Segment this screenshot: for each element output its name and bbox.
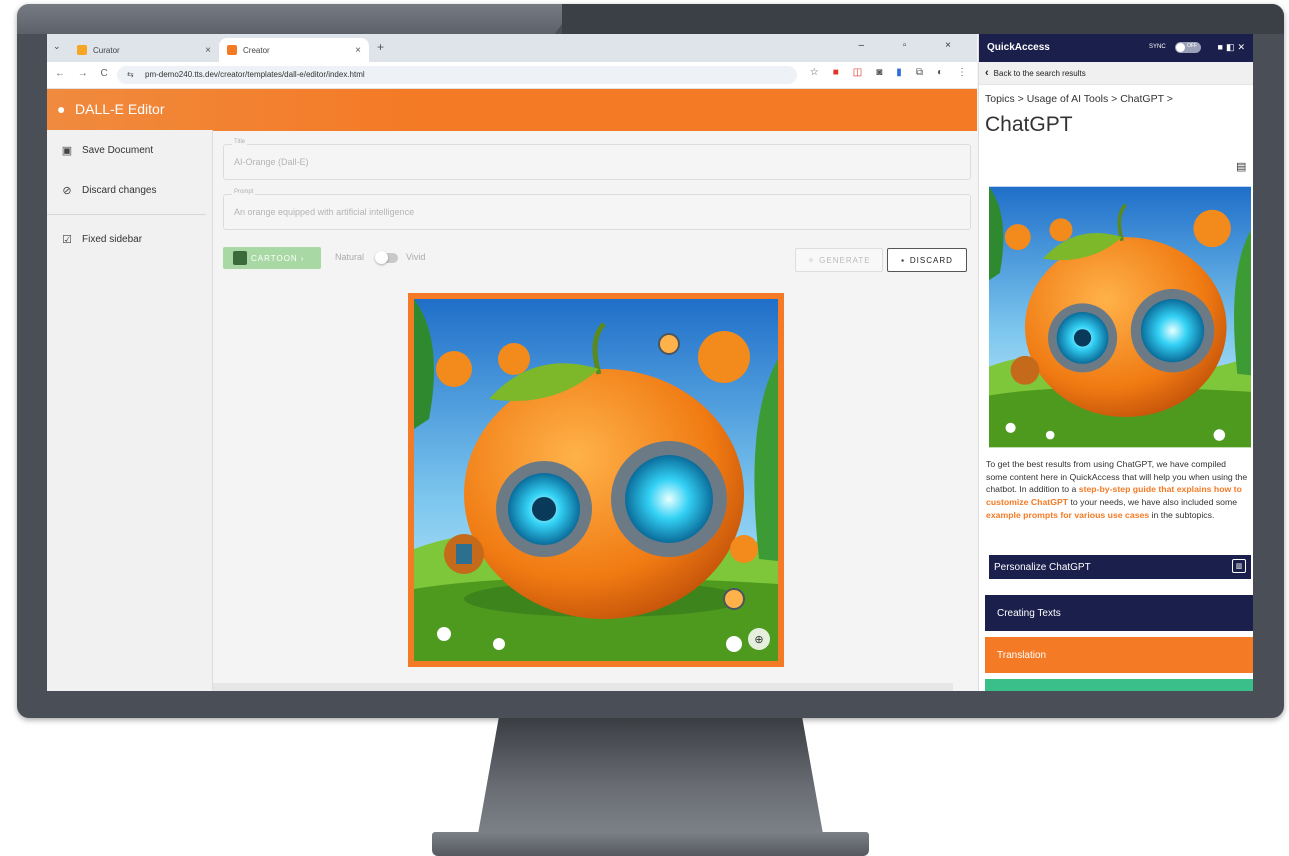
app-title: DALL-E Editor: [75, 101, 165, 117]
monitor-stand-base: [432, 832, 869, 856]
article-image: [989, 186, 1251, 448]
sidebar-item-fixed-sidebar[interactable]: ☑ Fixed sidebar: [47, 219, 212, 259]
editor-main: Title AI-Orange (Dall-E) Prompt An orang…: [213, 130, 977, 691]
chevron-left-icon: ‹: [985, 67, 989, 79]
generated-image-frame: ⊕: [408, 293, 784, 667]
sidebar-item-label: Fixed sidebar: [82, 233, 143, 245]
sync-toggle[interactable]: OFF: [1175, 42, 1201, 53]
puzzle-icon[interactable]: ⧉: [916, 67, 923, 78]
horizontal-scrollbar[interactable]: [213, 683, 953, 691]
bezel-top: [562, 4, 1284, 34]
discard-button[interactable]: ▪ DISCARD: [887, 248, 967, 272]
sidebar-divider: [47, 214, 206, 215]
breadcrumb[interactable]: Topics > Usage of AI Tools > ChatGPT >: [979, 85, 1253, 105]
wand-icon: ✧: [807, 255, 816, 265]
personalize-label: Personalize ChatGPT: [994, 561, 1091, 573]
bookmark-icon[interactable]: ▥: [1232, 559, 1246, 573]
monitor-stand-neck: [478, 718, 823, 834]
toggle-label-vivid: Vivid: [406, 252, 426, 262]
prompt-field[interactable]: Prompt An orange equipped with artificia…: [223, 189, 971, 230]
tab-curator[interactable]: Curator ×: [69, 38, 219, 62]
topic-creating-texts[interactable]: Creating Texts: [985, 595, 1253, 631]
style-button-label: CARTOON ›: [251, 253, 305, 263]
generate-label: GENERATE: [819, 255, 871, 265]
block-icon: ⊘: [62, 184, 72, 197]
url-field[interactable]: ⇆ pm-demo240.tts.dev/creator/templates/d…: [117, 66, 797, 84]
tab-label: Curator: [93, 45, 120, 55]
topic-label: Creating Texts: [997, 607, 1061, 619]
body-text: to your needs, we have also included som…: [1068, 497, 1238, 508]
title-field-label: Title: [232, 139, 248, 145]
example-prompts-link[interactable]: example prompts for various use cases: [986, 510, 1149, 520]
toggle-knob: [375, 251, 388, 264]
generate-button[interactable]: ✧ GENERATE: [795, 248, 883, 272]
quickaccess-panel: QuickAccess SYNC OFF ■◧✕ ‹ Back to the s…: [978, 34, 1253, 691]
camera-icon[interactable]: ◙: [876, 67, 882, 78]
new-tab-button[interactable]: +: [377, 40, 384, 54]
tab-search-icon[interactable]: ⌄: [53, 41, 61, 52]
article-body: To get the best results from using ChatG…: [986, 458, 1248, 522]
sync-toggle-knob: [1176, 43, 1185, 52]
url-text: pm-demo240.tts.dev/creator/templates/dal…: [145, 70, 365, 79]
back-to-results-link[interactable]: ‹ Back to the search results: [979, 62, 1253, 85]
quickaccess-title: QuickAccess: [987, 42, 1050, 53]
sidebar: ▣ Save Document ⊘ Discard changes ☑ Fixe…: [47, 130, 213, 691]
close-tab-icon[interactable]: ×: [205, 45, 211, 56]
monitor-frame: ⌄ Curator × Creator × + – ▫ × ← → C ⇆ pm…: [17, 4, 1284, 718]
save-icon: ▣: [61, 144, 73, 157]
prompt-field-label: Prompt: [232, 189, 256, 195]
natural-vivid-toggle[interactable]: [375, 251, 398, 264]
panel-controls[interactable]: ■◧✕: [1218, 42, 1248, 53]
topic-label: Translation: [997, 649, 1047, 661]
prompt-field-value: An orange equipped with artificial intel…: [234, 207, 415, 217]
quickaccess-header: QuickAccess SYNC OFF ■◧✕: [979, 34, 1253, 62]
window-controls[interactable]: – ▫ ×: [858, 40, 969, 51]
bookmark-star-icon[interactable]: ☆: [810, 67, 819, 78]
topic-translation[interactable]: Translation: [985, 637, 1253, 673]
menu-dots-icon[interactable]: ⋮: [957, 67, 967, 78]
discard-label: DISCARD: [909, 255, 953, 265]
topic-next[interactable]: [985, 679, 1253, 691]
close-tab-icon[interactable]: ×: [355, 45, 361, 56]
body-text: in the subtopics.: [1149, 509, 1215, 520]
page-title: ChatGPT: [985, 113, 1073, 136]
site-info-icon[interactable]: ⇆: [127, 66, 134, 84]
title-field[interactable]: Title AI-Orange (Dall-E): [223, 139, 971, 180]
generated-image: [414, 299, 778, 661]
sidebar-item-discard-changes[interactable]: ⊘ Discard changes: [47, 170, 212, 210]
extension-icons: ☆ ■ ◫ ◙ ▮ ⧉ ◐ ⋮: [810, 67, 967, 78]
sidebar-item-label: Discard changes: [82, 184, 157, 196]
title-field-value: AI-Orange (Dall-E): [234, 157, 309, 167]
sync-label: SYNC: [1149, 44, 1166, 50]
nav-buttons[interactable]: ← → C: [55, 68, 108, 79]
zoom-icon[interactable]: ⊕: [748, 628, 770, 650]
personalize-chatgpt-item[interactable]: Personalize ChatGPT ▥: [989, 555, 1251, 579]
style-cartoon-button[interactable]: CARTOON ›: [223, 247, 321, 269]
cartoon-thumbnail-icon: [233, 251, 247, 265]
screen-glare: [17, 4, 577, 34]
curator-favicon-icon: [77, 45, 87, 55]
browser-window: ⌄ Curator × Creator × + – ▫ × ← → C ⇆ pm…: [47, 34, 977, 691]
tab-label: Creator: [243, 45, 270, 55]
sync-state: OFF: [1187, 43, 1197, 49]
app-header: ● DALL-E Editor: [47, 89, 977, 131]
address-bar-row: ← → C ⇆ pm-demo240.tts.dev/creator/templ…: [47, 62, 977, 89]
trash-icon: ▪: [901, 255, 905, 265]
tab-bar: ⌄ Curator × Creator × + – ▫ ×: [47, 34, 977, 62]
toggle-label-natural: Natural: [335, 252, 365, 262]
creator-favicon-icon: [227, 45, 237, 55]
pocket-icon[interactable]: ◫: [853, 67, 862, 78]
sidebar-item-label: Save Document: [82, 144, 154, 156]
orange-logo-icon: ●: [57, 101, 66, 117]
document-icon[interactable]: ▮: [896, 67, 902, 78]
extension-red-icon[interactable]: ■: [833, 67, 839, 78]
screen: ⌄ Curator × Creator × + – ▫ × ← → C ⇆ pm…: [47, 34, 1253, 691]
sidebar-item-save-document[interactable]: ▣ Save Document: [47, 130, 212, 170]
back-label: Back to the search results: [993, 68, 1086, 78]
profile-icon[interactable]: ◐: [937, 67, 943, 78]
checkbox-icon[interactable]: ☑: [61, 233, 73, 246]
clipboard-icon[interactable]: ▤: [1236, 160, 1246, 173]
tab-creator[interactable]: Creator ×: [219, 38, 369, 62]
